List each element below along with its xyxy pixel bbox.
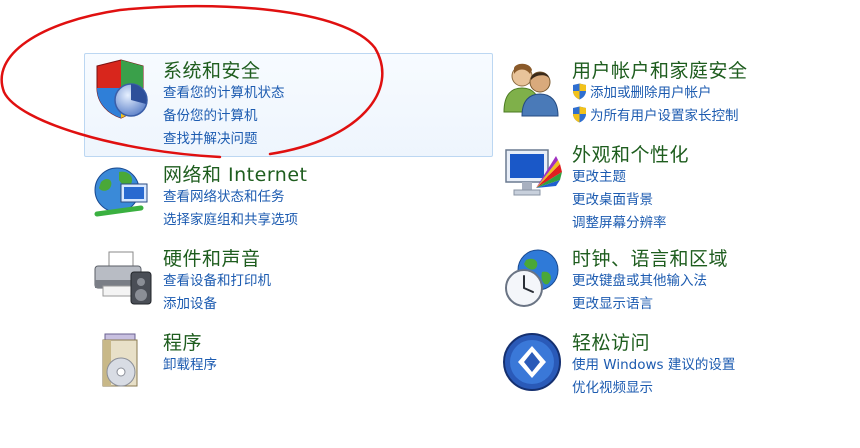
link-add-device[interactable]: 添加设备 (163, 293, 271, 316)
category-title[interactable]: 硬件和声音 (163, 244, 261, 271)
category-network[interactable]: 网络和 Internet 查看网络状态和任务 选择家庭组和共享选项 (84, 157, 493, 241)
link-network-status[interactable]: 查看网络状态和任务 (163, 186, 298, 209)
shield-pie-icon (91, 58, 155, 122)
link-view-devices-printers[interactable]: 查看设备和打印机 (163, 270, 271, 293)
category-links: 查看网络状态和任务 选择家庭组和共享选项 (163, 186, 298, 232)
ease-of-access-icon (500, 330, 564, 394)
category-programs[interactable]: 程序 卸载程序 (84, 325, 493, 409)
programs-disc-icon (91, 330, 155, 394)
globe-network-icon (91, 162, 155, 226)
link-homegroup-sharing[interactable]: 选择家庭组和共享选项 (163, 209, 298, 232)
uac-shield-icon (572, 83, 587, 100)
link-change-background[interactable]: 更改桌面背景 (572, 189, 667, 212)
category-links: 卸载程序 (163, 354, 217, 377)
link-change-display-language[interactable]: 更改显示语言 (572, 293, 707, 316)
link-uninstall-program[interactable]: 卸载程序 (163, 354, 217, 377)
monitor-palette-icon (500, 142, 564, 206)
link-change-theme[interactable]: 更改主题 (572, 166, 667, 189)
category-title[interactable]: 系统和安全 (163, 56, 261, 83)
category-links: 添加或删除用户帐户 为所有用户设置家长控制 (572, 82, 739, 128)
category-links: 使用 Windows 建议的设置 优化视频显示 (572, 354, 735, 400)
link-label: 为所有用户设置家长控制 (590, 108, 739, 124)
category-title[interactable]: 轻松访问 (572, 328, 650, 355)
category-links: 更改键盘或其他输入法 更改显示语言 (572, 270, 707, 316)
link-view-computer-status[interactable]: 查看您的计算机状态 (163, 82, 285, 105)
category-clock[interactable]: 时钟、语言和区域 更改键盘或其他输入法 更改显示语言 (493, 241, 823, 325)
category-links: 更改主题 更改桌面背景 调整屏幕分辨率 (572, 166, 667, 235)
category-title[interactable]: 用户帐户和家庭安全 (572, 56, 748, 83)
link-optimize-video[interactable]: 优化视频显示 (572, 377, 735, 400)
category-ease-of-access[interactable]: 轻松访问 使用 Windows 建议的设置 优化视频显示 (493, 325, 823, 409)
link-change-input-method[interactable]: 更改键盘或其他输入法 (572, 270, 707, 293)
link-label: 添加或删除用户帐户 (590, 85, 712, 101)
link-parental-controls[interactable]: 为所有用户设置家长控制 (572, 105, 739, 128)
category-hardware[interactable]: 硬件和声音 查看设备和打印机 添加设备 (84, 241, 493, 325)
category-title[interactable]: 时钟、语言和区域 (572, 244, 728, 271)
category-appearance[interactable]: 外观和个性化 更改主题 更改桌面背景 调整屏幕分辨率 (493, 137, 823, 241)
link-recommended-settings[interactable]: 使用 Windows 建议的设置 (572, 354, 735, 377)
printer-speaker-icon (91, 246, 155, 310)
category-links: 查看设备和打印机 添加设备 (163, 270, 271, 316)
link-find-fix-problems[interactable]: 查找并解决问题 (163, 128, 285, 151)
category-system-security[interactable]: 系统和安全 查看您的计算机状态 备份您的计算机 查找并解决问题 (84, 53, 493, 157)
link-adjust-resolution[interactable]: 调整屏幕分辨率 (572, 212, 667, 235)
users-icon (500, 58, 564, 122)
clock-globe-icon (500, 246, 564, 310)
category-title[interactable]: 程序 (163, 328, 202, 355)
category-title[interactable]: 网络和 Internet (163, 160, 307, 187)
uac-shield-icon (572, 106, 587, 123)
link-add-remove-accounts[interactable]: 添加或删除用户帐户 (572, 82, 739, 105)
link-backup-computer[interactable]: 备份您的计算机 (163, 105, 285, 128)
category-title[interactable]: 外观和个性化 (572, 140, 689, 167)
category-links: 查看您的计算机状态 备份您的计算机 查找并解决问题 (163, 82, 285, 151)
